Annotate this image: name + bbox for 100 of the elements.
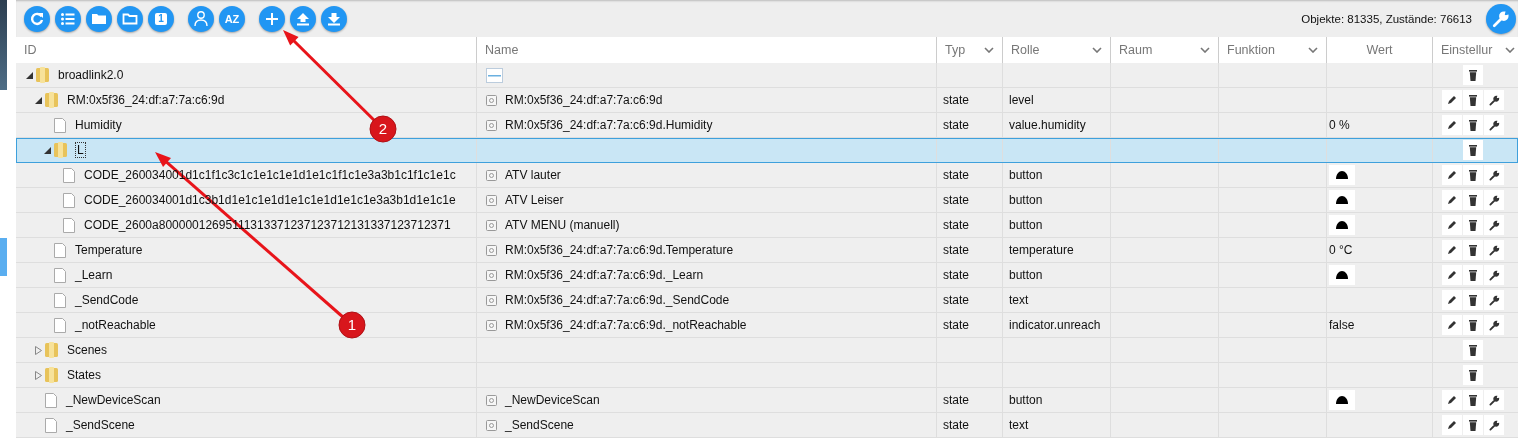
tree-row[interactable]: _SendScene _SendScene state text <box>16 413 1518 438</box>
delete-button[interactable] <box>1463 365 1483 385</box>
state-icon <box>486 119 497 131</box>
edit-button[interactable] <box>1442 165 1462 185</box>
expand-toggle[interactable] <box>34 345 42 355</box>
upload-icon <box>296 11 310 26</box>
edit-button[interactable] <box>1442 290 1462 310</box>
tree-row[interactable]: RM:0x5f36_24:df:a7:7a:c6:9d RM:0x5f36_24:df:a7:7a:c6:9d state level <box>16 88 1518 113</box>
collapse-toggle[interactable] <box>43 146 51 154</box>
trash-icon <box>1469 144 1477 156</box>
upload-button[interactable] <box>290 5 316 32</box>
file-icon <box>63 167 75 183</box>
object-type: state <box>943 93 969 107</box>
bell-icon <box>1335 195 1349 205</box>
folder-button[interactable] <box>86 5 112 32</box>
person-icon <box>192 9 210 28</box>
column-header[interactable]: Einstellur <box>1433 37 1518 63</box>
trash-icon <box>1469 419 1477 431</box>
object-name: RM:0x5f36_24:df:a7:7a:c6:9d.Humidity <box>505 118 713 132</box>
tree-row[interactable]: States <box>16 363 1518 388</box>
edit-button[interactable] <box>1442 115 1462 135</box>
add-button[interactable] <box>259 5 285 32</box>
wrench-icon <box>1492 9 1510 28</box>
tree-row[interactable]: Temperature RM:0x5f36_24:df:a7:7a:c6:9d.Temperature state temperature 0 °C <box>16 238 1518 263</box>
settings-button[interactable] <box>1484 240 1504 260</box>
collapse-toggle[interactable] <box>34 96 42 104</box>
edit-button[interactable] <box>1442 390 1462 410</box>
download-button[interactable] <box>321 5 347 32</box>
tree-row[interactable]: _NewDeviceScan _NewDeviceScan state button <box>16 388 1518 413</box>
settings-button[interactable] <box>1484 165 1504 185</box>
bell-button[interactable] <box>1329 215 1355 235</box>
pencil-icon <box>1447 395 1457 405</box>
state-icon <box>486 269 497 281</box>
settings-button[interactable] <box>1484 190 1504 210</box>
bell-button[interactable] <box>1329 190 1355 210</box>
bell-button[interactable] <box>1329 390 1355 410</box>
trash-icon <box>1469 119 1477 131</box>
object-id: _NewDeviceScan <box>66 393 161 407</box>
pencil-icon <box>1447 220 1457 230</box>
wrench-icon <box>1488 419 1500 431</box>
settings-button[interactable] <box>1484 290 1504 310</box>
delete-button[interactable] <box>1463 190 1483 210</box>
folder-icon <box>54 142 67 158</box>
delete-button[interactable] <box>1463 115 1483 135</box>
object-name: _SendScene <box>505 418 574 432</box>
settings-button[interactable] <box>1484 90 1504 110</box>
delete-button[interactable] <box>1463 140 1483 160</box>
delete-button[interactable] <box>1463 215 1483 235</box>
settings-button[interactable] <box>1484 265 1504 285</box>
delete-button[interactable] <box>1463 265 1483 285</box>
edit-button[interactable] <box>1442 265 1462 285</box>
trash-icon <box>1469 219 1477 231</box>
file-icon <box>63 217 75 233</box>
settings-button[interactable] <box>1484 115 1504 135</box>
delete-button[interactable] <box>1463 65 1483 85</box>
tree-row[interactable]: L <box>16 138 1518 163</box>
pencil-icon <box>1447 170 1457 180</box>
user-button[interactable] <box>188 5 214 32</box>
delete-button[interactable] <box>1463 90 1483 110</box>
bell-button[interactable] <box>1329 265 1355 285</box>
delete-button[interactable] <box>1463 315 1483 335</box>
tree-row[interactable]: broadlink2.0 <box>16 63 1518 88</box>
bell-icon <box>1335 220 1349 230</box>
edit-button[interactable] <box>1442 315 1462 335</box>
expand-toggle[interactable] <box>34 370 42 380</box>
tree-row[interactable]: Scenes <box>16 338 1518 363</box>
bell-icon <box>1335 395 1349 405</box>
collapse-toggle[interactable] <box>25 71 33 79</box>
settings-button[interactable] <box>1484 390 1504 410</box>
file-icon <box>54 242 66 258</box>
delete-button[interactable] <box>1463 240 1483 260</box>
folder-button[interactable] <box>117 5 143 32</box>
object-id: _SendCode <box>75 293 139 307</box>
caret-icon <box>984 47 994 53</box>
list-button[interactable] <box>55 5 81 32</box>
edit-button[interactable] <box>1442 190 1462 210</box>
delete-button[interactable] <box>1463 390 1483 410</box>
tree-row[interactable]: _Learn RM:0x5f36_24:df:a7:7a:c6:9d._Learn state button <box>16 263 1518 288</box>
folder-icon <box>45 92 58 108</box>
bell-button[interactable] <box>1329 165 1355 185</box>
object-value: 0 % <box>1329 118 1350 132</box>
object-role: text <box>1009 293 1029 307</box>
edit-button[interactable] <box>1442 90 1462 110</box>
caret-icon <box>1092 47 1102 53</box>
edit-button[interactable] <box>1442 215 1462 235</box>
delete-button[interactable] <box>1463 165 1483 185</box>
settings-button[interactable] <box>1484 415 1504 435</box>
download-icon <box>327 11 341 26</box>
delete-button[interactable] <box>1463 415 1483 435</box>
wrench-icon <box>1488 269 1500 281</box>
delete-button[interactable] <box>1463 290 1483 310</box>
edit-button[interactable] <box>1442 415 1462 435</box>
object-count: Objekte: 81335, Zustände: 76613 <box>1301 12 1472 25</box>
delete-button[interactable] <box>1463 340 1483 360</box>
settings-button[interactable] <box>1484 315 1504 335</box>
refresh-button[interactable] <box>24 5 50 32</box>
tree-row[interactable]: _SendCode RM:0x5f36_24:df:a7:7a:c6:9d._SendCode state text <box>16 288 1518 313</box>
settings-button[interactable] <box>1484 215 1504 235</box>
edit-button[interactable] <box>1442 240 1462 260</box>
object-role: temperature <box>1009 243 1074 257</box>
